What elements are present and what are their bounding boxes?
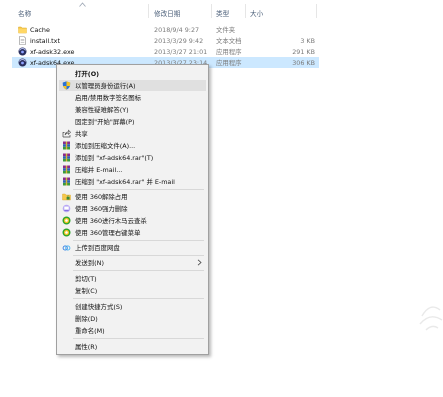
column-divider[interactable]: [245, 4, 246, 18]
menu-item-label: 使用 360管理右键菜单: [75, 229, 141, 237]
app-icon: [18, 58, 27, 67]
file-row[interactable]: install.txt 2013/3/29 9:42 文本文档 3 KB: [12, 35, 319, 46]
menu-item-label: 删除(D): [75, 315, 98, 323]
file-size: 306 KB: [292, 59, 315, 67]
menu-item-label: 共享: [75, 130, 88, 138]
menu-item-label: 使用 360进行木马云查杀: [75, 217, 147, 225]
menu-item-create-shortcut[interactable]: 创建快捷方式(S): [59, 301, 206, 312]
file-row[interactable]: Cache 2018/9/4 9:27 文件夹: [12, 24, 319, 35]
file-name: Cache: [30, 26, 50, 34]
menu-item-compress-and-email[interactable]: 压缩并 E-mail...: [59, 164, 206, 175]
menu-item-label: 上传到百度网盘: [75, 244, 120, 252]
menu-item-cut[interactable]: 剪切(T): [59, 273, 206, 284]
menu-separator: [73, 255, 204, 256]
menu-separator: [73, 338, 204, 339]
column-type[interactable]: 类型: [216, 8, 229, 18]
menu-item-label: 添加到压缩文件(A)...: [75, 142, 136, 150]
menu-item-open[interactable]: 打开(O): [59, 68, 206, 79]
menu-separator: [73, 189, 204, 190]
menu-item-label: 发送到(N): [75, 259, 104, 267]
menu-item-label: 重命名(M): [75, 327, 105, 335]
text-file-icon: [19, 36, 26, 45]
menu-item-copy[interactable]: 复制(C): [59, 285, 206, 296]
menu-item-send-to[interactable]: 发送到(N): [59, 257, 206, 268]
menu-item-compatibility-troubleshoot[interactable]: 兼容性疑难解答(Y): [59, 104, 206, 115]
menu-item-label: 创建快捷方式(S): [75, 303, 123, 311]
baidu-cloud-icon: [62, 245, 71, 251]
app-icon: [18, 47, 27, 56]
menu-separator: [73, 240, 204, 241]
360-icon: [62, 228, 71, 237]
file-date: 2013/3/29 9:42: [154, 37, 204, 45]
winrar-icon: [63, 165, 70, 174]
menu-item-run-as-admin[interactable]: 以管理员身份运行(A): [59, 80, 206, 91]
menu-item-label: 使用 360解除占用: [75, 193, 128, 201]
menu-item-upload-baidu-pan[interactable]: 上传到百度网盘: [59, 242, 206, 253]
winrar-icon: [63, 153, 70, 162]
file-name: install.txt: [30, 37, 60, 45]
menu-item-label: 启用/禁用数字签名图标: [75, 94, 142, 102]
file-name: xf-adsk32.exe: [30, 48, 75, 56]
file-type: 应用程序: [216, 48, 242, 56]
menu-separator: [73, 298, 204, 299]
menu-item-label: 打开(O): [75, 70, 100, 78]
file-type: 应用程序: [216, 59, 242, 67]
winrar-icon: [63, 141, 70, 150]
sort-ascending-icon: [79, 2, 86, 7]
menu-item-properties[interactable]: 属性(R): [59, 341, 206, 352]
menu-item-label: 添加到 "xf-adsk64.rar"(T): [75, 154, 154, 162]
folder-lock-icon: [62, 193, 71, 201]
menu-item-compress-to-rar-and-email[interactable]: 压缩到 "xf-adsk64.rar" 并 E-mail: [59, 176, 206, 187]
share-icon: [62, 129, 71, 138]
shield-icon: [62, 81, 71, 90]
file-row[interactable]: xf-adsk32.exe 2013/3/27 21:01 应用程序 291 K…: [12, 46, 319, 57]
menu-separator: [73, 270, 204, 271]
column-date[interactable]: 修改日期: [154, 8, 180, 18]
shred-icon: [62, 204, 71, 213]
menu-item-label: 固定到"开始"屏幕(P): [75, 118, 135, 126]
watermark-decoration: [419, 306, 443, 331]
menu-item-add-to-rar[interactable]: 添加到 "xf-adsk64.rar"(T): [59, 152, 206, 163]
winrar-icon: [63, 177, 70, 186]
menu-item-label: 压缩到 "xf-adsk64.rar" 并 E-mail: [75, 178, 175, 186]
menu-item-360-unlock[interactable]: 使用 360解除占用: [59, 191, 206, 202]
menu-item-360-trojan-scan[interactable]: 使用 360进行木马云查杀: [59, 215, 206, 226]
context-menu: 打开(O) 以管理员身份运行(A) 启用/禁用数字签名图标 兼容性疑难解答(Y)…: [56, 64, 209, 355]
column-name[interactable]: 名称: [18, 8, 31, 18]
folder-icon: [18, 26, 27, 34]
menu-item-label: 兼容性疑难解答(Y): [75, 106, 129, 114]
column-divider[interactable]: [211, 4, 212, 18]
menu-item-label: 复制(C): [75, 287, 98, 295]
menu-item-share[interactable]: 共享: [59, 128, 206, 139]
file-date: 2013/3/27 21:01: [154, 48, 208, 56]
360-icon: [62, 216, 71, 225]
menu-item-toggle-signature-icon[interactable]: 启用/禁用数字签名图标: [59, 92, 206, 103]
menu-item-pin-to-start[interactable]: 固定到"开始"屏幕(P): [59, 116, 206, 127]
file-type: 文本文档: [216, 37, 242, 45]
menu-item-label: 属性(R): [75, 343, 98, 351]
menu-item-label: 剪切(T): [75, 275, 97, 283]
chevron-right-icon: [197, 259, 202, 266]
menu-item-add-to-archive[interactable]: 添加到压缩文件(A)...: [59, 140, 206, 151]
menu-item-delete[interactable]: 删除(D): [59, 313, 206, 324]
column-divider[interactable]: [316, 4, 317, 18]
file-type: 文件夹: [216, 26, 236, 34]
menu-item-rename[interactable]: 重命名(M): [59, 325, 206, 336]
column-header: 名称 修改日期 类型 大小: [0, 0, 330, 20]
menu-item-label: 以管理员身份运行(A): [75, 82, 136, 90]
file-size: 291 KB: [292, 48, 315, 56]
menu-item-360-force-delete[interactable]: 使用 360强力删除: [59, 203, 206, 214]
column-size[interactable]: 大小: [250, 8, 263, 18]
file-date: 2018/9/4 9:27: [154, 26, 200, 34]
menu-item-360-manage-menu[interactable]: 使用 360管理右键菜单: [59, 227, 206, 238]
column-divider[interactable]: [148, 4, 149, 18]
file-size: 3 KB: [300, 37, 315, 45]
menu-item-label: 使用 360强力删除: [75, 205, 128, 213]
menu-item-label: 压缩并 E-mail...: [75, 166, 123, 174]
